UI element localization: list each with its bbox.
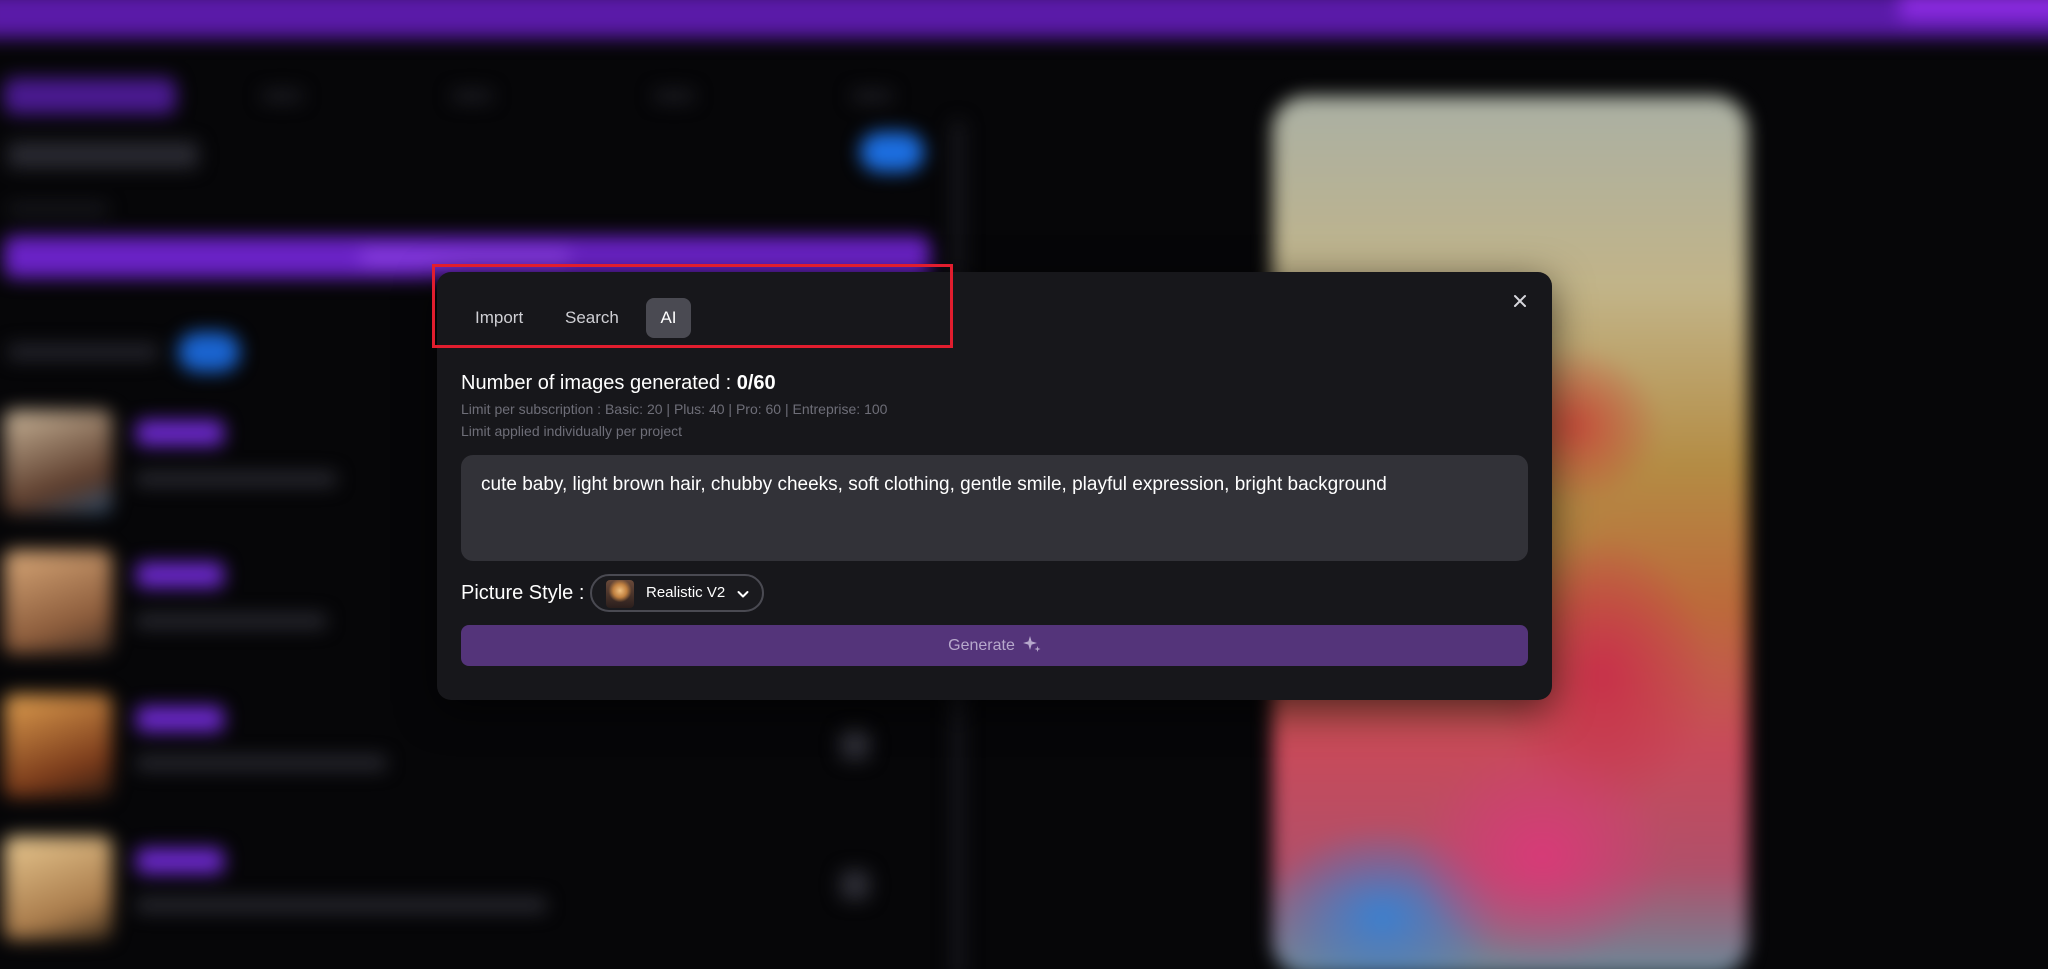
generate-label: Generate bbox=[948, 637, 1015, 654]
bg-toggle bbox=[860, 132, 924, 172]
bg-tab bbox=[262, 90, 302, 102]
bg-toggle bbox=[178, 332, 240, 372]
bg-top-bar bbox=[0, 0, 2048, 38]
prompt-input[interactable]: cute baby, light brown hair, chubby chee… bbox=[461, 455, 1528, 561]
generated-count-line: Number of images generated : 0/60 bbox=[461, 372, 776, 395]
generated-count: 0/60 bbox=[736, 372, 776, 394]
picture-style-value: Realistic V2 bbox=[646, 584, 726, 601]
sparkle-icon bbox=[1022, 635, 1041, 652]
bg-row-badge bbox=[136, 706, 224, 732]
bg-section-label bbox=[8, 344, 158, 360]
bg-tab bbox=[852, 90, 892, 102]
bg-row-badge bbox=[136, 848, 224, 874]
bg-row-thumbnail bbox=[4, 836, 112, 940]
generate-button[interactable]: Generate bbox=[461, 625, 1528, 666]
tab-import[interactable]: Import bbox=[475, 298, 523, 338]
generated-label: Number of images generated : bbox=[461, 372, 737, 394]
tab-ai[interactable]: AI bbox=[646, 298, 691, 338]
bg-tab bbox=[654, 90, 694, 102]
bg-row-text bbox=[136, 472, 336, 486]
picture-style-select[interactable]: Realistic V2 bbox=[590, 574, 764, 612]
close-icon bbox=[1514, 295, 1526, 307]
close-button[interactable] bbox=[1507, 288, 1533, 314]
bg-title bbox=[8, 142, 198, 168]
prompt-text: cute baby, light brown hair, chubby chee… bbox=[481, 474, 1387, 495]
bg-row-text bbox=[136, 898, 546, 912]
media-dialog: Import Search AI Number of images genera… bbox=[432, 264, 1552, 700]
style-thumbnail bbox=[606, 580, 634, 608]
limit-per-subscription: Limit per subscription : Basic: 20 | Plu… bbox=[461, 401, 888, 417]
bg-row-thumbnail bbox=[4, 550, 112, 654]
bg-row-text bbox=[136, 614, 326, 628]
bg-row-action-icon bbox=[840, 870, 870, 900]
bg-row-thumbnail bbox=[4, 410, 112, 514]
bg-active-tab bbox=[4, 78, 176, 114]
bg-top-bar-button bbox=[1900, 0, 2048, 20]
bg-row-badge bbox=[136, 420, 224, 446]
screen: Import Search AI Number of images genera… bbox=[0, 0, 2048, 969]
bg-subtitle bbox=[8, 204, 108, 214]
tab-search[interactable]: Search bbox=[565, 298, 619, 338]
chevron-down-icon bbox=[737, 591, 749, 598]
limit-note: Limit applied individually per project bbox=[461, 423, 683, 439]
bg-row-badge bbox=[136, 562, 224, 588]
bg-progress-label bbox=[360, 250, 570, 264]
bg-row-thumbnail bbox=[4, 694, 112, 798]
bg-row-action-icon bbox=[840, 730, 870, 760]
bg-row-text bbox=[136, 756, 386, 770]
picture-style-label: Picture Style : bbox=[461, 582, 585, 604]
bg-tab bbox=[452, 90, 492, 102]
